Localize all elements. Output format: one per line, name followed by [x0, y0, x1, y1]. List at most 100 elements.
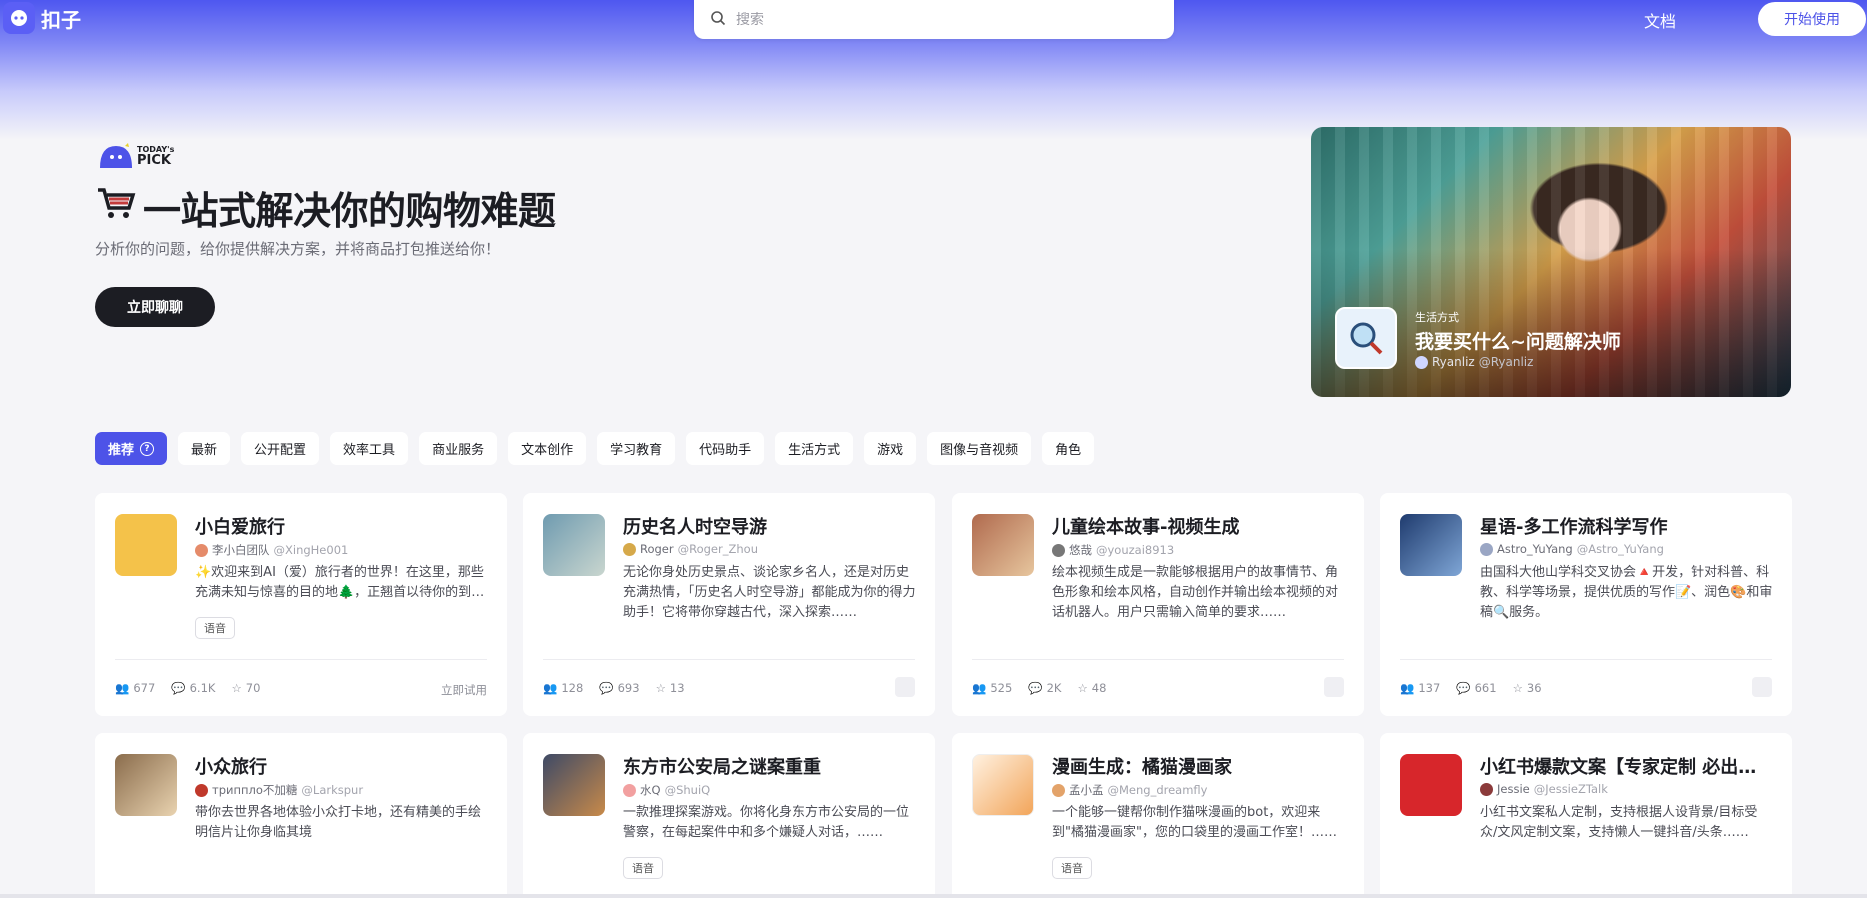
- bot-author: Astro_YuYang @Astro_YuYang: [1480, 542, 1664, 556]
- bot-description: ✨欢迎来到AI（爱）旅行者的世界！在这里，那些充满未知与惊喜的目的地🌲，正翘首以…: [195, 565, 484, 600]
- pick-mascot-icon: [100, 143, 132, 168]
- bot-avatar: [1400, 754, 1462, 816]
- bot-author: 李小白团队 @XingHe001: [195, 542, 348, 558]
- bot-description: 由国科大他山学科交叉协会🔺开发，针对科普、科教、科学等场景，提供优质的写作📝、润…: [1480, 565, 1773, 620]
- chat-now-button[interactable]: 立即聊聊: [95, 287, 215, 327]
- star-icon: ☆: [655, 681, 666, 695]
- bot-avatar: [543, 514, 605, 576]
- featured-banner[interactable]: 生活方式 我要买什么~问题解决师 Ryanliz @Ryanliz: [1311, 127, 1791, 397]
- docs-link[interactable]: 文档: [1644, 8, 1676, 32]
- magnifier-bot-icon: [1335, 307, 1397, 369]
- bot-description: 带你去世界各地体验小众打卡地，还有精美的手绘明信片让你身临其境: [195, 805, 482, 840]
- bot-description: 绘本视频生成是一款能够根据用户的故事情节、角色形象和绘本风格，自动创作并输出绘本…: [1052, 565, 1339, 620]
- avatar: [1480, 542, 1493, 556]
- category-tabs: 推荐? 最新 公开配置 效率工具 商业服务 文本创作 学习教育 代码助手 生活方…: [95, 432, 1095, 465]
- bot-title: 星语-多工作流科学写作: [1480, 517, 1668, 538]
- pick-big-text: PICK: [137, 152, 171, 168]
- bot-avatar: [972, 754, 1034, 816]
- tab-recommend[interactable]: 推荐?: [95, 432, 168, 465]
- bot-card[interactable]: 星语-多工作流科学写作 Astro_YuYang @Astro_YuYang 由国…: [1380, 493, 1792, 716]
- bot-author: 悠哉 @youzai8913: [1052, 542, 1174, 558]
- tab-education[interactable]: 学习教育: [597, 432, 676, 465]
- tab-business[interactable]: 商业服务: [419, 432, 498, 465]
- users-icon: 👥: [972, 681, 987, 695]
- bot-title: 东方市公安局之谜案重重: [623, 757, 821, 778]
- tab-code[interactable]: 代码助手: [686, 432, 765, 465]
- app-name: 扣子: [41, 7, 81, 32]
- banner-title: 我要买什么~问题解决师: [1415, 331, 1621, 353]
- star-icon: ☆: [1512, 681, 1523, 695]
- search-icon: [710, 10, 726, 30]
- banner-author: Ryanliz @Ryanliz: [1415, 355, 1533, 369]
- tab-writing[interactable]: 文本创作: [508, 432, 587, 465]
- tab-media[interactable]: 图像与音视频: [927, 432, 1032, 465]
- search-input[interactable]: [736, 11, 1136, 28]
- bot-title: 小白爱旅行: [195, 517, 285, 538]
- more-button[interactable]: [1752, 677, 1772, 697]
- hero-title: 一站式解决你的购物难题: [95, 180, 556, 235]
- bot-stats: 👥 677 💬 6.1K ☆ 70: [115, 681, 261, 695]
- bot-card[interactable]: 漫画生成：橘猫漫画家 孟小孟 @Meng_dreamfly 一个能够一键帮你制作猫…: [952, 733, 1364, 898]
- avatar: [195, 543, 208, 557]
- more-button[interactable]: [1324, 677, 1344, 697]
- search-bar[interactable]: [694, 0, 1174, 39]
- comment-icon: 💬: [1028, 681, 1043, 695]
- comment-icon: 💬: [599, 681, 614, 695]
- bot-description: 一款推理探案游戏。你将化身东方市公安局的一位警察，在每起案件中和多个嫌疑人对话，…: [623, 805, 910, 840]
- star-icon: ☆: [231, 681, 242, 695]
- bot-card[interactable]: 历史名人时空导游 Roger @Roger_Zhou 无论你身处历史景点、谈论家乡…: [523, 493, 935, 716]
- avatar: [195, 783, 208, 797]
- bot-card[interactable]: 小白爱旅行 李小白团队 @XingHe001 ✨欢迎来到AI（爱）旅行者的世界！在…: [95, 493, 507, 716]
- voice-tag: 语音: [195, 617, 235, 639]
- divider: [543, 659, 915, 660]
- bot-description: 无论你身处历史景点、谈论家乡名人，还是对历史充满热情，「历史名人时空导游」都能成…: [623, 565, 916, 620]
- tab-public-config[interactable]: 公开配置: [241, 432, 320, 465]
- bot-card[interactable]: 东方市公安局之谜案重重 水Q @ShuiQ 一款推理探案游戏。你将化身东方市公安局…: [523, 733, 935, 898]
- avatar: [1415, 355, 1428, 369]
- bot-author: Roger @Roger_Zhou: [623, 542, 758, 556]
- bot-avatar: [1400, 514, 1462, 576]
- bot-card[interactable]: 儿童绘本故事-视频生成 悠哉 @youzai8913 绘本视频生成是一款能够根据用…: [952, 493, 1364, 716]
- todays-pick-badge: TODAY's PICK: [97, 142, 174, 170]
- coze-logo-icon: [3, 2, 35, 34]
- bot-avatar: [115, 514, 177, 576]
- tab-games[interactable]: 游戏: [864, 432, 917, 465]
- users-icon: 👥: [543, 681, 558, 695]
- voice-tag: 语音: [1052, 857, 1092, 879]
- try-now-link[interactable]: 立即试用: [441, 682, 487, 698]
- app-logo[interactable]: 扣子: [3, 2, 81, 34]
- divider: [972, 659, 1344, 660]
- divider: [1400, 659, 1772, 660]
- bot-stats: 👥 525 💬 2K ☆ 48: [972, 681, 1107, 695]
- start-button[interactable]: 开始使用: [1758, 2, 1866, 36]
- bot-description: 一个能够一键帮你制作猫咪漫画的bot，欢迎来到"橘猫漫画家"，您的口袋里的漫画工…: [1052, 805, 1337, 840]
- bot-card[interactable]: 小红书爆款文案【专家定制 必出爆款】 Jessie @JessieZTalk 小红…: [1380, 733, 1792, 898]
- avatar: [1052, 543, 1065, 557]
- divider: [115, 659, 487, 660]
- hero-title-text: 一站式解决你的购物难题: [143, 189, 556, 233]
- bot-title: 儿童绘本故事-视频生成: [1052, 517, 1240, 538]
- bot-title: 历史名人时空导游: [623, 517, 767, 538]
- tab-lifestyle[interactable]: 生活方式: [775, 432, 854, 465]
- voice-tag: 语音: [623, 857, 663, 879]
- bot-stats: 👥 128 💬 693 ☆ 13: [543, 681, 685, 695]
- bot-title: 小众旅行: [195, 757, 267, 778]
- help-icon[interactable]: ?: [140, 441, 155, 456]
- bot-avatar: [115, 754, 177, 816]
- more-button[interactable]: [895, 677, 915, 697]
- avatar: [623, 783, 636, 797]
- bot-card[interactable]: 小众旅行 триппло不加糖 @Larkspur 带你去世界各地体验小众打卡地，…: [95, 733, 507, 898]
- scrollbar-track[interactable]: [0, 894, 1867, 898]
- tab-characters[interactable]: 角色: [1042, 432, 1095, 465]
- bot-avatar: [972, 514, 1034, 576]
- top-bar: 扣子 文档 开始使用: [0, 0, 1867, 40]
- star-icon: ☆: [1077, 681, 1088, 695]
- tab-productivity[interactable]: 效率工具: [330, 432, 409, 465]
- bot-title: 漫画生成：橘猫漫画家: [1052, 757, 1232, 778]
- cart-icon: [95, 182, 137, 233]
- tab-latest[interactable]: 最新: [178, 432, 231, 465]
- avatar: [1052, 783, 1065, 797]
- avatar: [1480, 782, 1493, 796]
- avatar: [623, 542, 636, 556]
- comment-icon: 💬: [171, 681, 186, 695]
